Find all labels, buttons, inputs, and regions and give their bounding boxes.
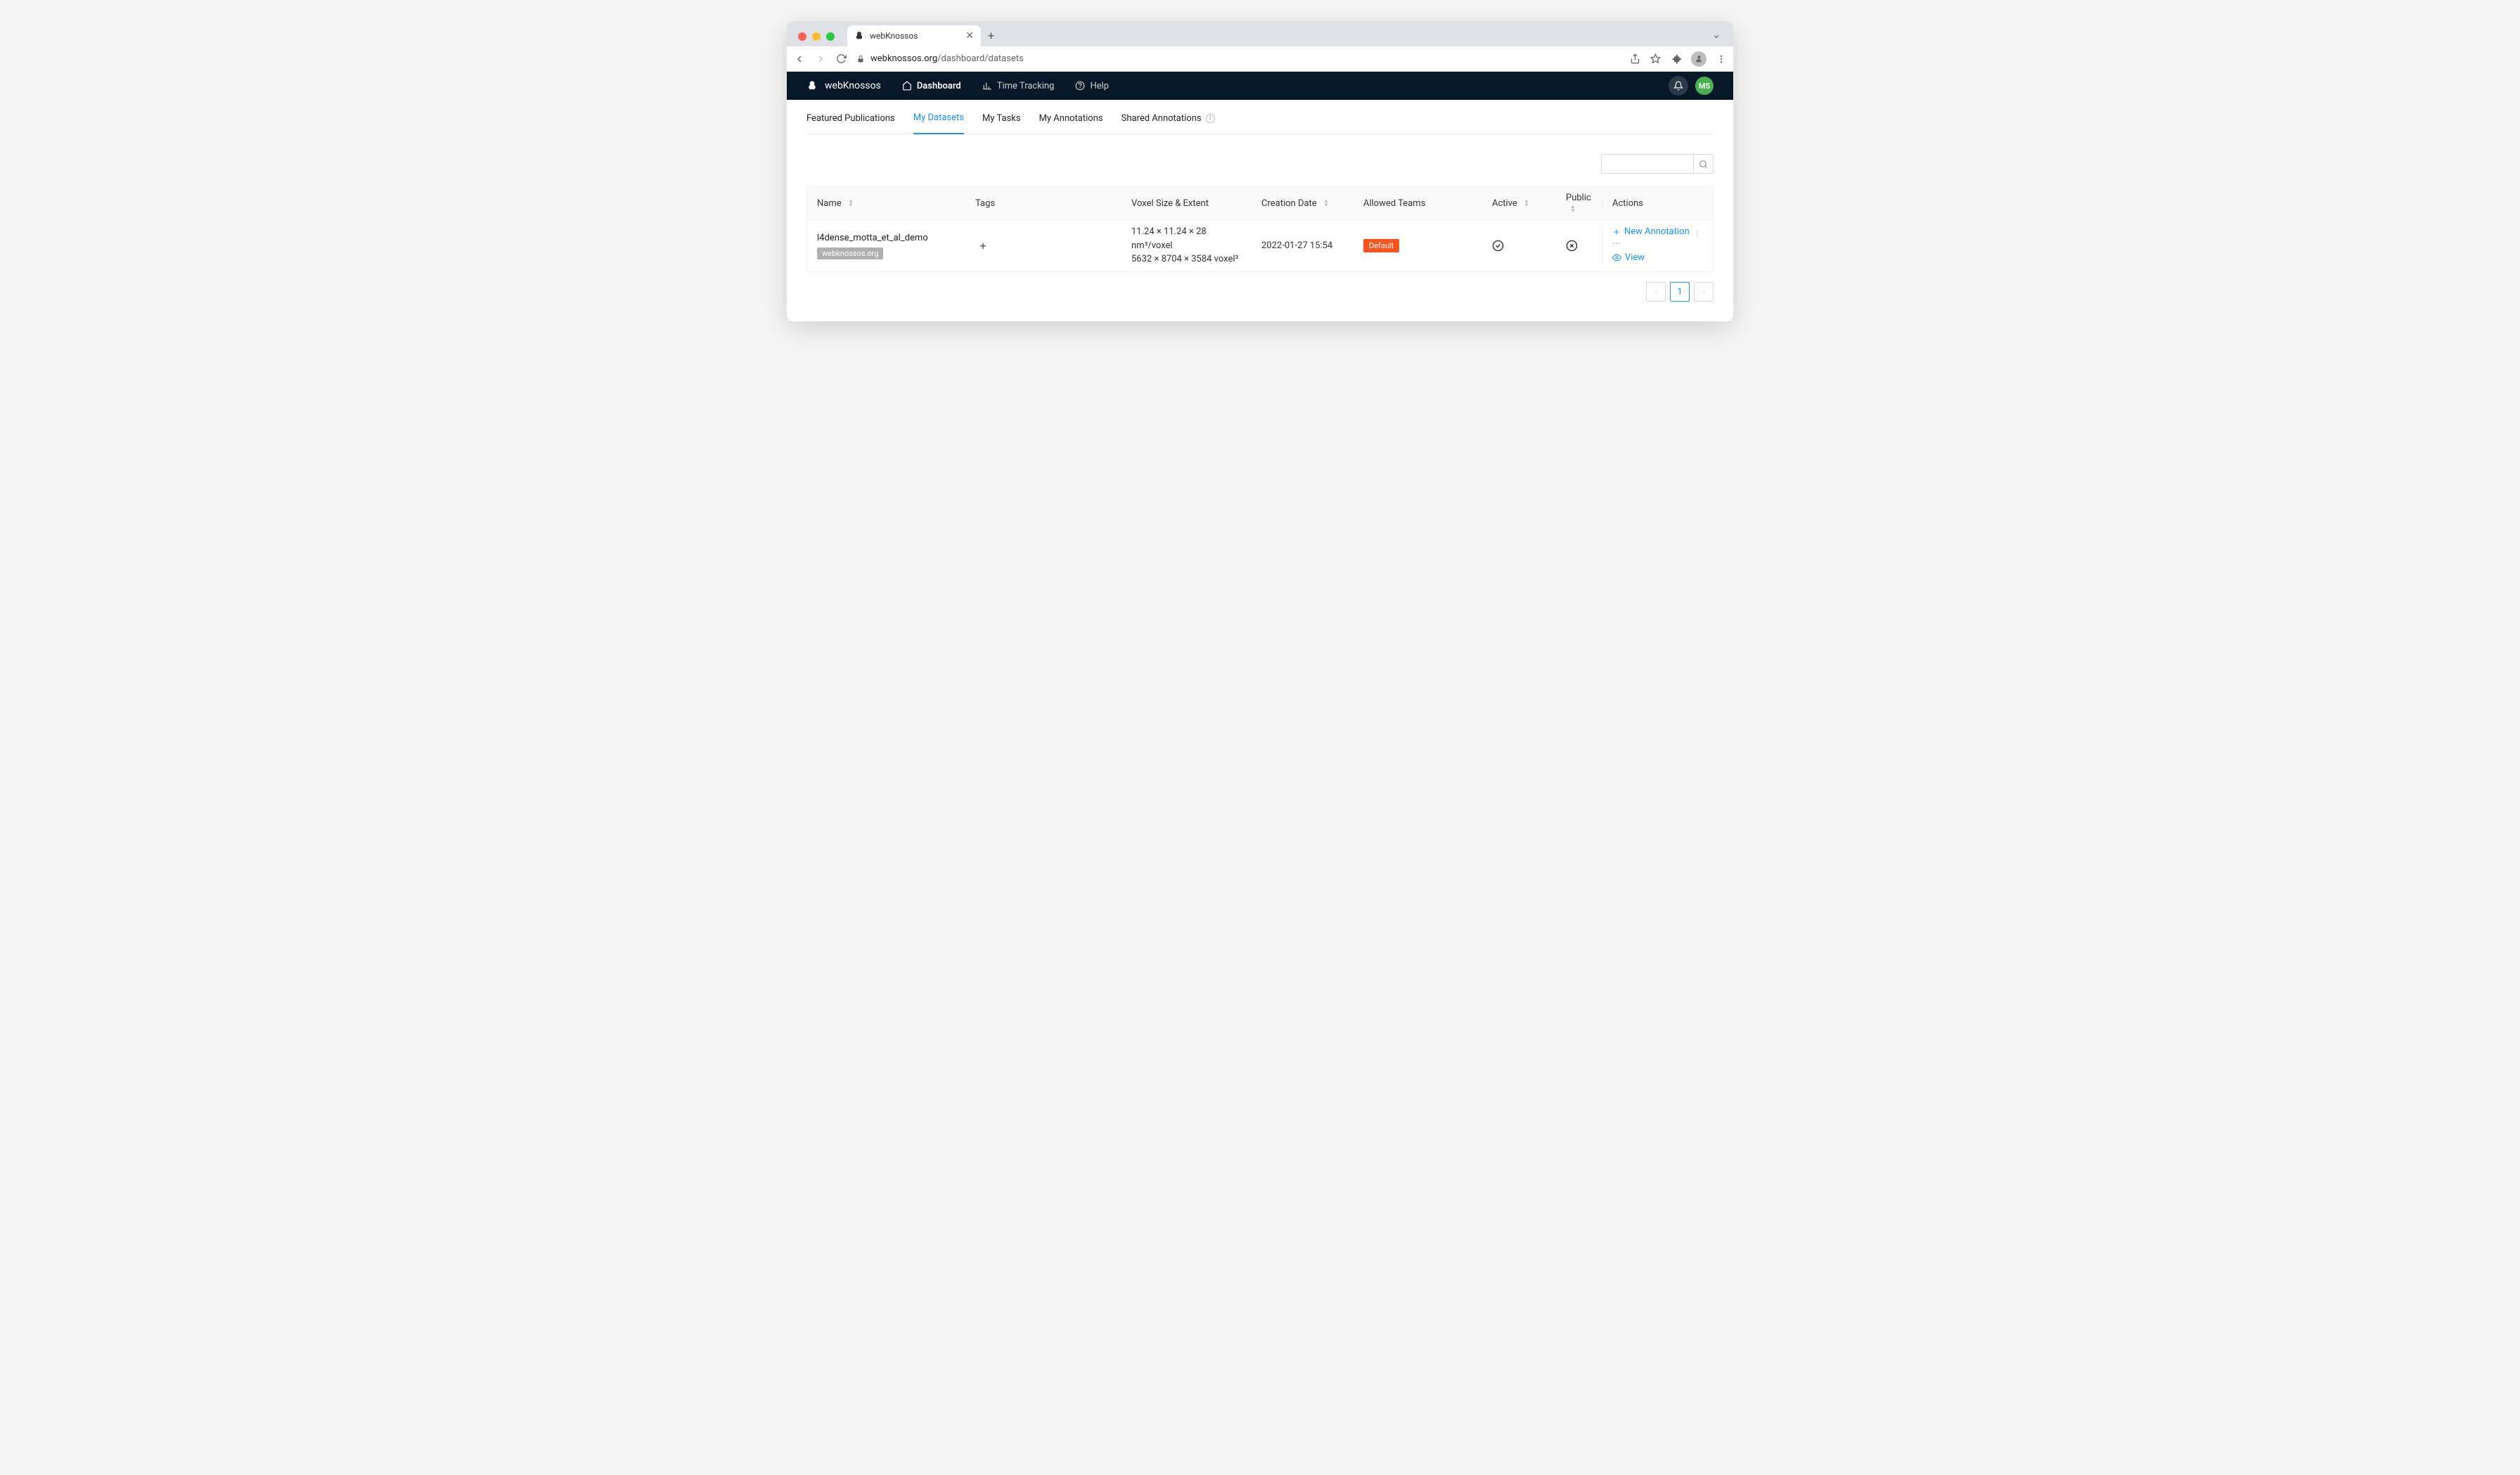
nav-time-tracking[interactable]: Time Tracking [982, 81, 1055, 91]
window-controls [792, 32, 840, 46]
table-row: l4dense_motta_et_al_demo webknossos.org … [807, 219, 1713, 271]
url-host: webknossos.org [870, 53, 937, 64]
col-header-actions: Actions [1602, 198, 1713, 209]
tab-my-datasets[interactable]: My Datasets [913, 112, 964, 134]
action-separator: | [1696, 228, 1698, 239]
pagination: 1 [806, 272, 1714, 302]
new-annotation-link[interactable]: New Annotation [1612, 226, 1690, 237]
bell-icon [1673, 81, 1683, 91]
check-circle-icon [1492, 240, 1504, 252]
brand-icon [806, 80, 818, 91]
browser-tab-bar: webKnossos ✕ + [787, 21, 1733, 46]
col-header-public[interactable]: Public ▲▼ [1556, 193, 1602, 214]
search-input[interactable] [1602, 155, 1693, 173]
brand-label: webKnossos [825, 80, 881, 91]
voxel-extent: 5632 × 8704 × 3584 voxel³ [1131, 252, 1242, 266]
subtabs: Featured Publications My Datasets My Tas… [806, 100, 1714, 134]
help-icon [1075, 81, 1085, 91]
nav-reload-button[interactable] [836, 53, 847, 64]
col-header-teams: Allowed Teams [1354, 198, 1482, 209]
browser-window: webKnossos ✕ + webknossos.org/dashboard/… [787, 21, 1733, 321]
search-button[interactable] [1693, 155, 1713, 173]
notifications-button[interactable] [1669, 76, 1688, 96]
cell-tags: + [965, 238, 1121, 254]
browser-tab[interactable]: webKnossos ✕ [847, 25, 981, 46]
col-header-voxel: Voxel Size & Extent [1121, 198, 1252, 209]
sort-icon: ▲▼ [1323, 199, 1329, 207]
sort-icon: ▲▼ [1524, 199, 1529, 207]
extensions-icon[interactable] [1671, 53, 1681, 64]
sort-icon: ▲▼ [848, 199, 854, 207]
url-field[interactable]: webknossos.org/dashboard/datasets [856, 53, 1620, 64]
nav-dashboard-label: Dashboard [917, 81, 961, 91]
add-tag-button[interactable]: + [975, 238, 991, 254]
tab-close-icon[interactable]: ✕ [965, 30, 974, 41]
cell-name: l4dense_motta_et_al_demo webknossos.org [807, 233, 965, 259]
nav-back-button[interactable] [794, 53, 805, 65]
nav-forward-button[interactable] [815, 53, 826, 65]
cell-actions: New Annotation | ··· View [1602, 226, 1713, 265]
dataset-org-badge: webknossos.org [817, 247, 883, 259]
col-header-name[interactable]: Name ▲▼ [807, 198, 965, 209]
voxel-size: 11.24 × 11.24 × 28 nm³/voxel [1131, 225, 1242, 252]
x-circle-icon [1566, 240, 1578, 252]
cell-public [1556, 240, 1602, 252]
nav-help-label: Help [1090, 81, 1109, 91]
brand[interactable]: webKnossos [806, 80, 881, 91]
user-avatar[interactable]: MS [1695, 77, 1714, 95]
page-next-button[interactable] [1694, 282, 1714, 302]
table-header: Name ▲▼ Tags Voxel Size & Extent Creatio… [807, 187, 1713, 219]
window-minimize-button[interactable] [812, 32, 821, 41]
datasets-table: Name ▲▼ Tags Voxel Size & Extent Creatio… [806, 186, 1714, 272]
chart-icon [982, 81, 992, 91]
cell-voxel: 11.24 × 11.24 × 28 nm³/voxel 5632 × 8704… [1121, 225, 1252, 266]
page-prev-button[interactable] [1646, 282, 1666, 302]
lock-icon [856, 55, 865, 63]
more-actions-button[interactable]: ··· [1612, 239, 1621, 250]
chevron-left-icon [1652, 288, 1659, 295]
app-header: webKnossos Dashboard Time Tracking Help … [787, 72, 1733, 100]
window-close-button[interactable] [798, 32, 806, 41]
chevron-right-icon [1700, 288, 1707, 295]
avatar-initials: MS [1699, 82, 1710, 91]
favicon-icon [854, 31, 864, 41]
plus-icon [1612, 228, 1621, 236]
view-link[interactable]: View [1612, 252, 1645, 263]
cell-teams: Default [1354, 240, 1482, 251]
window-maximize-button[interactable] [826, 32, 835, 41]
cell-creation: 2022-01-27 15:54 [1252, 240, 1354, 251]
info-icon[interactable]: i [1206, 114, 1215, 123]
tab-shared-annotations[interactable]: Shared Annotations i [1121, 112, 1215, 134]
share-icon[interactable] [1630, 53, 1640, 64]
tab-title: webKnossos [870, 31, 918, 41]
eye-icon [1612, 253, 1621, 262]
home-icon [902, 81, 912, 91]
search-row [806, 134, 1714, 186]
col-header-creation[interactable]: Creation Date ▲▼ [1252, 198, 1354, 209]
dataset-name[interactable]: l4dense_motta_et_al_demo [817, 233, 956, 243]
col-header-tags: Tags [965, 198, 1121, 209]
tab-my-tasks[interactable]: My Tasks [982, 112, 1021, 134]
col-header-active[interactable]: Active ▲▼ [1482, 198, 1556, 209]
address-bar: webknossos.org/dashboard/datasets [787, 46, 1733, 72]
browser-action-icons [1630, 51, 1726, 67]
bookmark-icon[interactable] [1650, 53, 1661, 64]
nav-dashboard[interactable]: Dashboard [902, 81, 961, 91]
sort-icon: ▲▼ [1570, 205, 1576, 213]
search-icon [1699, 160, 1708, 169]
tab-featured-publications[interactable]: Featured Publications [806, 112, 895, 134]
content-area: Featured Publications My Datasets My Tas… [787, 100, 1733, 321]
new-tab-button[interactable]: + [981, 29, 1001, 46]
search-box [1601, 154, 1714, 174]
url-path: /dashboard/datasets [937, 53, 1024, 64]
team-badge: Default [1363, 239, 1399, 252]
tabs-dropdown-button[interactable] [1705, 32, 1728, 46]
nav-time-tracking-label: Time Tracking [997, 81, 1055, 91]
profile-icon[interactable] [1691, 51, 1706, 67]
nav-help[interactable]: Help [1075, 81, 1109, 91]
page-number-button[interactable]: 1 [1670, 282, 1690, 302]
tab-my-annotations[interactable]: My Annotations [1039, 112, 1103, 134]
browser-menu-icon[interactable] [1716, 54, 1726, 64]
cell-active [1482, 240, 1556, 252]
